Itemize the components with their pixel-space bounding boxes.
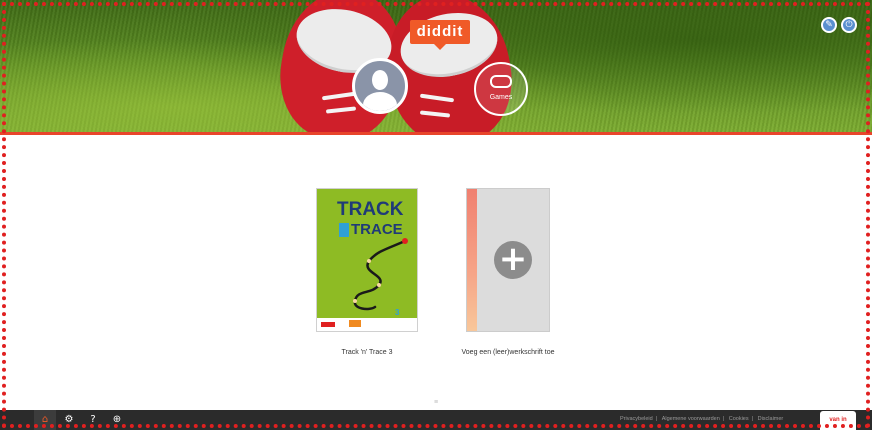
footer-link-privacy[interactable]: Privacybeleid [620,416,653,422]
home-icon[interactable]: ⌂ [34,410,56,430]
power-icon[interactable]: ⏻ [841,17,857,33]
gamepad-icon [490,75,512,88]
footer-bar: ⌂ ⚙ ? ⊕ Privacybeleid | Algemene voorwaar… [0,410,872,430]
pencil-icon[interactable]: ✎ [821,17,837,33]
footer-links: Privacybeleid | Algemene voorwaarden | Coo… [620,416,784,422]
hero-banner: diddit Games ✎ ⏻ [0,0,872,134]
add-icon[interactable]: ⊕ [106,410,128,430]
avatar-body [363,92,397,111]
book-cover-track-n-trace[interactable]: TRACK TRACE 3 [316,188,418,332]
gear-icon[interactable]: ⚙ [58,410,80,430]
add-workbook-caption: Voeg een (leer)werkschrift toe [461,349,555,356]
games-label: Games [489,94,513,101]
avatar-head [372,70,388,90]
cover-volume-number: 3 [395,308,400,317]
cover-badge [349,320,361,327]
cover-route-illustration [353,238,408,311]
publisher-logo [321,322,335,327]
book-caption: Track 'n' Trace 3 [341,349,393,356]
plus-icon: + [494,241,532,279]
footer-link-terms[interactable]: Algemene voorwaarden [662,416,720,422]
add-cover-spine [467,189,477,331]
brand-logo[interactable]: diddit [410,20,470,50]
hero-divider [0,132,872,135]
add-workbook-card[interactable]: Voeg een (leer)werkschrift toe [448,348,568,358]
footer-publisher-logo[interactable]: van in [820,411,856,430]
games-button[interactable]: Games [474,62,528,116]
footer-link-cookies[interactable]: Cookies [729,416,749,422]
resize-grip-icon[interactable]: ≡ [434,399,438,406]
book-card-track-n-trace[interactable]: Track 'n' Trace 3 [307,348,427,358]
footer-link-disclaimer[interactable]: Disclaimer [758,416,784,422]
help-icon[interactable]: ? [82,410,104,430]
add-workbook-cover[interactable]: + [466,188,550,332]
profile-avatar[interactable] [352,58,408,114]
